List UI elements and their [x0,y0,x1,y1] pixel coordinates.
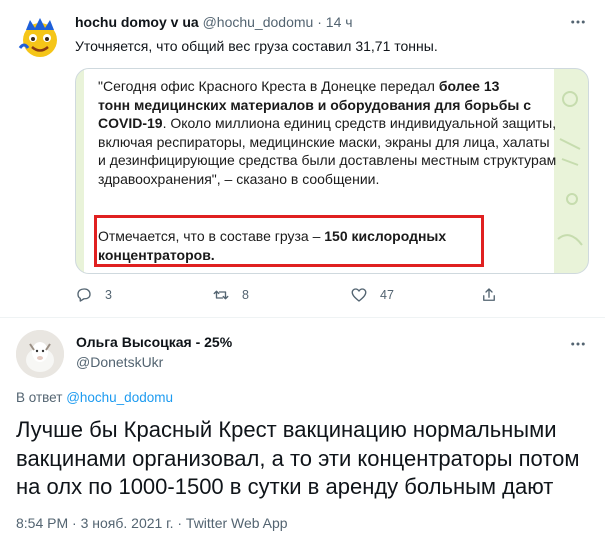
quote-open-text: "Сегодня офис Красного Креста в Донецке … [98,78,439,94]
quote-rest-text: . Около миллиона единиц средств индивиду… [98,115,557,187]
author-name[interactable]: Ольга Высоцкая - 25% [76,334,232,350]
tweet-time[interactable]: 14 ч [326,14,353,30]
reply-count: 3 [105,288,112,302]
tweet[interactable]: hochu domoy v ua @hochu_dodomu · 14 ч Ут… [0,0,605,318]
avatar[interactable] [16,330,64,378]
quote-bold-text-1: более 13 [438,78,500,94]
author-handle[interactable]: @DonetskUkr [76,354,163,370]
replying-to: В ответ @hochu_dodomu [16,390,173,405]
emoji-face-icon [18,18,57,57]
author-name[interactable]: hochu domoy v ua [75,14,199,30]
share-icon [483,288,495,301]
quote-bold-text-3: COVID-19 [98,115,163,131]
reply-tweet[interactable]: Ольга Высоцкая - 25% @DonetskUkr В ответ… [0,318,605,551]
retweet-icon [213,290,229,300]
separator-dot: · [317,14,322,30]
quote-bold-text-2: тонн медицинских материалов и оборудован… [98,96,532,113]
reply-mention-link[interactable]: @hochu_dodomu [66,390,173,405]
reply-button[interactable]: 3 [75,286,112,304]
note-bold-text-2: концентраторов. [98,246,215,263]
more-icon[interactable] [566,332,590,356]
retweet-count: 8 [242,288,249,302]
quoted-text: "Сегодня офис Красного Креста в Донецке … [98,77,558,188]
heart-icon [351,288,367,302]
note-plain-text: Отмечается, что в составе груза – [98,228,325,244]
like-count: 47 [380,288,394,302]
more-icon[interactable] [566,10,590,34]
author-handle[interactable]: @hochu_dodomu [203,14,314,30]
reply-icon [77,288,91,302]
share-button[interactable] [480,286,510,304]
tweet-actions: 3 8 47 [75,286,595,306]
tweet-media-image[interactable]: "Сегодня офис Красного Креста в Донецке … [75,68,589,274]
reply-prefix: В ответ [16,390,63,405]
goat-photo-icon [16,330,64,378]
highlighted-note: Отмечается, что в составе груза – 150 ки… [98,227,446,264]
like-button[interactable]: 47 [350,286,394,304]
tweet-timestamp[interactable]: 8:54 PM · 3 нояб. 2021 г. · Twitter Web … [16,515,288,531]
reply-text: Лучше бы Красный Крест вакцинацию нормал… [16,417,580,499]
avatar[interactable] [16,14,64,62]
tweet-header: hochu domoy v ua @hochu_dodomu · 14 ч [75,14,353,30]
retweet-button[interactable]: 8 [212,286,249,304]
note-bold-text-1: 150 кислородных [324,228,447,244]
tweet-text: Уточняется, что общий вес груза составил… [75,38,438,54]
